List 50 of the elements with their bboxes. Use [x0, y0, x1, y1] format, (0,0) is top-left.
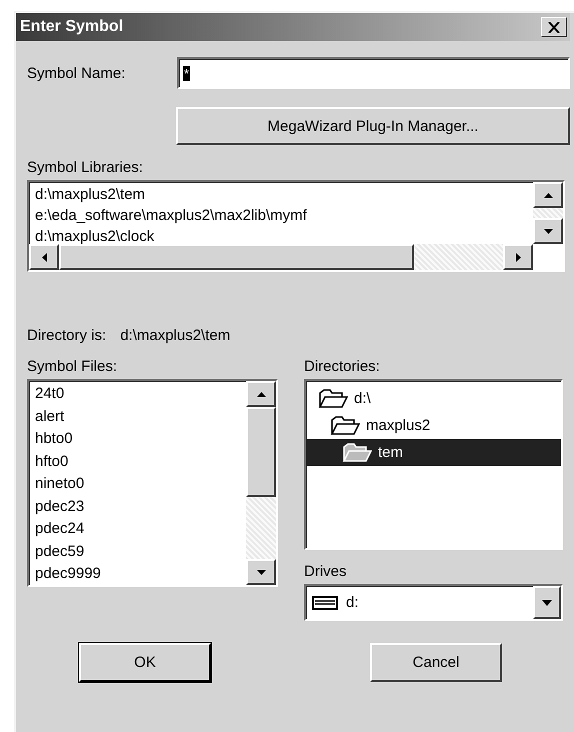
library-item[interactable]: d:\maxplus2\tem — [35, 184, 533, 205]
scroll-up-button[interactable] — [533, 182, 563, 208]
directories-label: Directories: — [304, 358, 381, 375]
scrollbar-thumb[interactable] — [59, 244, 414, 270]
directory-item[interactable]: maxplus2 — [306, 412, 561, 439]
file-item[interactable]: hfto0 — [35, 450, 246, 473]
window-title: Enter Symbol — [20, 18, 124, 36]
drives-dropdown[interactable]: d: — [304, 584, 563, 621]
symbol-libraries-label: Symbol Libraries: — [27, 159, 144, 176]
scroll-up-button[interactable] — [246, 381, 276, 407]
directory-item[interactable]: d:\ — [306, 385, 561, 412]
up-arrow-icon — [256, 392, 266, 396]
scroll-left-button[interactable] — [29, 244, 59, 270]
file-item[interactable]: 24t0 — [35, 383, 246, 406]
file-item[interactable]: pdec23 — [35, 496, 246, 518]
library-item[interactable]: e:\eda_software\maxplus2\max2lib\mymf — [35, 205, 533, 226]
close-button[interactable] — [541, 17, 567, 37]
symbol-name-field[interactable]: * — [177, 57, 570, 89]
directory-item[interactable]: tem — [306, 439, 561, 466]
directory-label: Directory is: — [27, 327, 106, 344]
scrollbar-track[interactable] — [533, 208, 563, 218]
file-item[interactable]: pdec24 — [35, 518, 246, 540]
down-arrow-icon — [544, 228, 552, 234]
folder-icon — [330, 416, 360, 436]
right-arrow-icon — [516, 252, 520, 262]
drive-icon — [312, 596, 338, 610]
library-item[interactable]: d:\maxplus2\clock — [35, 226, 533, 244]
scroll-down-button[interactable] — [246, 559, 276, 585]
down-arrow-icon — [256, 570, 266, 574]
file-item[interactable]: nineto0 — [35, 473, 246, 496]
symbol-files-label: Symbol Files: — [27, 358, 118, 375]
drives-label: Drives — [304, 563, 348, 580]
left-arrow-icon — [42, 252, 46, 262]
file-item[interactable]: pdec9999 — [35, 563, 246, 585]
dialog-button[interactable]: OK — [79, 643, 211, 682]
dropdown-arrow-icon — [542, 600, 552, 606]
up-arrow-icon — [544, 192, 552, 198]
scroll-right-button[interactable] — [503, 244, 533, 270]
file-item[interactable]: pdec59 — [35, 540, 246, 563]
file-item[interactable]: alert — [35, 406, 246, 428]
folder-icon — [318, 388, 348, 408]
directory-path: d:\maxplus2\tem — [120, 327, 230, 344]
scrollbar-thumb[interactable] — [246, 407, 276, 497]
megawizard-button[interactable]: MegaWizard Plug-In Manager... — [176, 107, 570, 145]
scroll-down-button[interactable] — [533, 218, 563, 244]
file-item[interactable]: hbto0 — [35, 428, 246, 450]
dialog-button[interactable]: Cancel — [370, 643, 502, 682]
close-icon — [548, 22, 560, 32]
folder-icon — [342, 442, 372, 462]
symbol-name-label: Symbol Name: — [27, 64, 126, 82]
